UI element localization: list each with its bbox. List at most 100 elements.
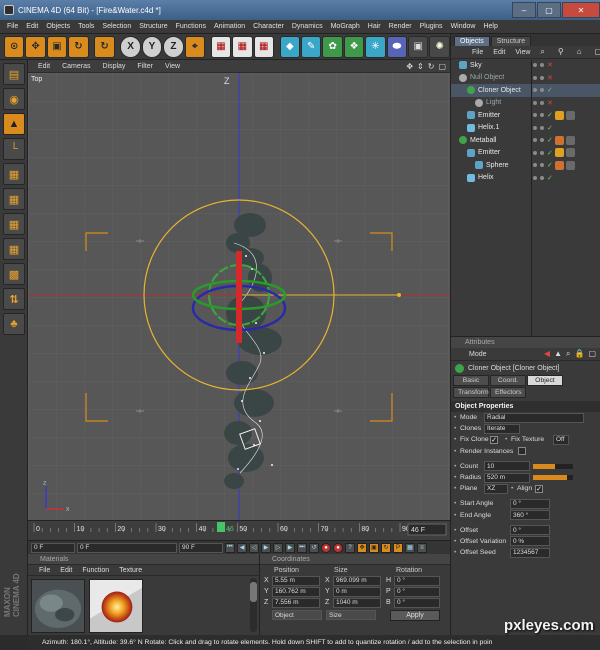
size-x-input[interactable]: 969.099 m: [333, 575, 381, 586]
object-name[interactable]: Cloner Object: [478, 87, 521, 94]
object-name[interactable]: Helix.1: [478, 124, 499, 131]
render-visibility-icon[interactable]: [540, 75, 544, 80]
enabled-icon[interactable]: ✓: [547, 86, 553, 94]
y-axis-lock-button[interactable]: Y: [141, 35, 163, 58]
tab-coord[interactable]: Coord.: [490, 375, 526, 386]
rotate-gizmo-axis-band[interactable]: [236, 251, 242, 343]
size-mode-dropdown[interactable]: Size: [326, 610, 376, 620]
editor-visibility-icon[interactable]: [533, 113, 537, 118]
end-frame-field[interactable]: 46 F: [407, 523, 447, 536]
viewport-menu-display[interactable]: Display: [96, 63, 131, 70]
size-y-input[interactable]: 0 m: [333, 586, 381, 597]
deformer-icon[interactable]: ✳: [365, 35, 386, 58]
enabled-icon[interactable]: ✓: [547, 174, 553, 182]
position-x-input[interactable]: 5.55 m: [272, 575, 320, 586]
rotation-p-input[interactable]: 0 °: [394, 586, 440, 597]
texture-tag-icon[interactable]: [566, 148, 575, 158]
minimize-button[interactable]: –: [512, 2, 536, 18]
render-visibility-icon[interactable]: [540, 63, 544, 68]
search-attributes-icon[interactable]: ⌕: [566, 349, 570, 359]
render-visibility-icon[interactable]: [540, 113, 544, 118]
editor-visibility-icon[interactable]: [533, 125, 537, 130]
enabled-icon[interactable]: ✓: [547, 149, 553, 157]
disabled-icon[interactable]: ✕: [547, 99, 553, 107]
enabled-icon[interactable]: ✓: [547, 161, 553, 169]
object-name[interactable]: Emitter: [478, 112, 500, 119]
timeline-ruler[interactable]: 0 10 20 30 40 50 60 70 80 90 46 46 F: [28, 520, 450, 541]
start-angle-input[interactable]: 0 °: [510, 498, 550, 509]
visibility-dots[interactable]: ✕: [533, 74, 553, 82]
sculpt-icon[interactable]: ♣: [3, 313, 25, 335]
editor-visibility-icon[interactable]: [533, 175, 537, 180]
coord-mode-dropdown[interactable]: Object: [272, 610, 322, 620]
render-visibility-icon[interactable]: [540, 125, 544, 130]
visibility-dots[interactable]: ✓: [533, 124, 553, 132]
recent-tool-icon[interactable]: ↻: [94, 35, 115, 58]
materials-menu-file[interactable]: File: [34, 567, 55, 574]
mode-dropdown[interactable]: Radial: [484, 412, 584, 423]
editor-visibility-icon[interactable]: [533, 75, 537, 80]
radius-handle[interactable]: [397, 293, 401, 297]
disabled-icon[interactable]: ✕: [547, 61, 553, 69]
radius-input[interactable]: 520 m: [484, 472, 530, 483]
object-name[interactable]: Emitter: [478, 149, 500, 156]
points-mode-icon[interactable]: ▦: [3, 163, 25, 185]
lock-icon[interactable]: 🔒: [574, 349, 584, 359]
parameter-key-icon[interactable]: P: [393, 542, 403, 553]
apply-button[interactable]: Apply: [390, 610, 440, 621]
pen-spline-icon[interactable]: ✎: [301, 35, 322, 58]
clones-dropdown[interactable]: Iterate: [484, 423, 520, 434]
render-visibility-icon[interactable]: [540, 88, 544, 93]
menu-edit[interactable]: Edit: [22, 23, 42, 30]
menu-help[interactable]: Help: [479, 23, 501, 30]
texture-tag-icon[interactable]: [566, 135, 575, 145]
viewport-menu-view[interactable]: View: [159, 63, 186, 70]
material-tag-icon[interactable]: [555, 148, 564, 158]
count-input[interactable]: 10: [484, 461, 530, 472]
object-row-cloner-object[interactable]: Cloner Object ✓: [451, 84, 600, 97]
uv-mode-icon[interactable]: ▦: [3, 238, 25, 260]
live-selection-icon[interactable]: ⊙: [4, 35, 25, 58]
attributes-mode-menu[interactable]: Mode: [469, 351, 487, 358]
home-icon[interactable]: ⌂: [572, 47, 587, 57]
move-tool-icon[interactable]: ✥: [25, 35, 46, 58]
object-name[interactable]: Null Object: [470, 74, 504, 81]
rotation-h-input[interactable]: 0 °: [394, 575, 440, 586]
close-button[interactable]: ✕: [562, 2, 600, 18]
object-tags[interactable]: [555, 135, 575, 145]
go-to-start-icon[interactable]: ⏮: [225, 542, 235, 553]
size-z-input[interactable]: 1040 m: [333, 597, 381, 608]
workplane-icon[interactable]: ⇅: [3, 288, 25, 310]
object-tags[interactable]: [555, 148, 575, 158]
visibility-dots[interactable]: ✓: [533, 174, 553, 182]
edges-mode-icon[interactable]: ▦: [3, 188, 25, 210]
texture-tag-icon[interactable]: [566, 160, 575, 170]
timeline-menu-icon[interactable]: ≡: [417, 542, 427, 553]
object-name[interactable]: Sky: [470, 62, 482, 69]
play-icon[interactable]: ▶: [261, 542, 271, 553]
object-tags[interactable]: [555, 160, 575, 170]
previous-key-icon[interactable]: ◀: [237, 542, 247, 553]
render-instances-checkbox[interactable]: [518, 447, 526, 456]
position-z-input[interactable]: 7.556 m: [272, 597, 320, 608]
up-arrow-icon[interactable]: ▲: [554, 349, 562, 359]
pan-view-icon[interactable]: ✥: [406, 62, 413, 71]
render-settings-icon[interactable]: ▦: [253, 35, 274, 58]
viewport[interactable]: Edit Cameras Display Filter View ✥ ⇕ ↻ ▢: [28, 60, 450, 520]
editor-visibility-icon[interactable]: [533, 88, 537, 93]
plane-dropdown[interactable]: XZ: [484, 483, 508, 494]
scene-environment-icon[interactable]: ⬬: [386, 35, 408, 58]
offset-input[interactable]: 0 °: [510, 525, 550, 536]
rotate-view-icon[interactable]: ↻: [428, 62, 435, 71]
objects-menu-view[interactable]: View: [510, 49, 535, 56]
count-slider[interactable]: [533, 463, 573, 469]
visibility-dots[interactable]: ✓: [533, 86, 553, 94]
model-mode-icon[interactable]: ◉: [3, 88, 25, 110]
object-name[interactable]: Helix: [478, 174, 494, 181]
maximize-button[interactable]: ▢: [537, 2, 561, 18]
menu-hair[interactable]: Hair: [364, 23, 385, 30]
menu-plugins[interactable]: Plugins: [416, 23, 447, 30]
array-generator-icon[interactable]: ❖: [343, 35, 365, 58]
object-row-emitter[interactable]: Emitter ✓: [451, 109, 600, 122]
object-row-sky[interactable]: Sky ✕: [451, 59, 600, 72]
